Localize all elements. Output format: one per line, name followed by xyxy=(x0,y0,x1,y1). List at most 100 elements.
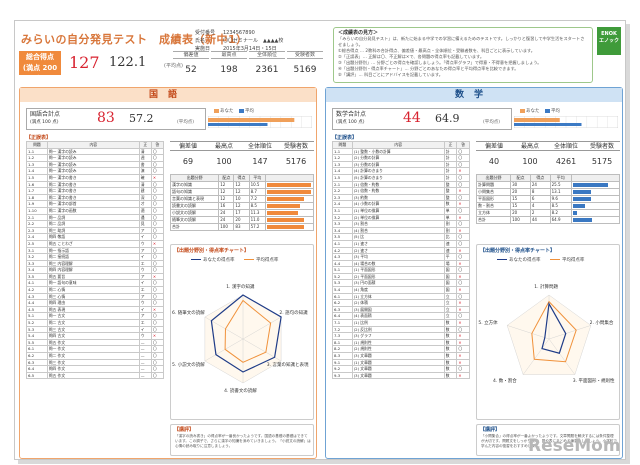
table-cell: 24 xyxy=(218,216,235,224)
table-row: 3-1 (1) 単位の換算単〇 xyxy=(332,206,470,215)
table-cell: 〇 xyxy=(456,345,470,353)
table-cell: 11.3 xyxy=(248,209,267,217)
table-cell: 建 xyxy=(138,187,152,195)
table-cell: 問四 内容理解 xyxy=(46,266,140,274)
table-cell: 問一 漢字の読み xyxy=(46,147,140,156)
table-row: 3-1 問一 指示語ア〇 xyxy=(26,246,165,255)
table-cell: 4-2 xyxy=(332,246,353,255)
table-cell: 問一 漢字の読み xyxy=(46,167,140,175)
info-row: 氏名 〇〇ゼミナール ▲▲▲▲校 xyxy=(195,37,283,45)
info-row: 受付番号 1234567890 xyxy=(195,29,283,37)
table-cell: 10 xyxy=(233,195,250,203)
table-cell: (4) 計算のきまり xyxy=(351,167,445,175)
table-row: 6-5 問五 作文 — 〇 xyxy=(26,371,165,380)
table-cell: 〇 xyxy=(456,365,470,373)
table-cell: 4-1 xyxy=(332,239,353,248)
total-score-label: 総合得点 (満点 200 点) xyxy=(19,51,61,83)
table-row: 1-4 (4) 計算のきまり計 ✕ xyxy=(332,167,470,175)
table-row: 3-5 (5) 比比〇 xyxy=(332,233,470,241)
total-stat: 全体順位 2361 xyxy=(249,51,285,75)
table-row: 4-4 問四 理由ウ〇 xyxy=(26,299,165,307)
total-stat-header: 偏差値 xyxy=(173,51,209,59)
table-cell: 〇 xyxy=(456,312,470,321)
table-cell: 数 xyxy=(443,345,458,353)
radar-axis-label: 5. 立方体 xyxy=(478,320,498,326)
table-cell: 〇 xyxy=(456,279,470,288)
table-cell: 1-5 xyxy=(332,173,353,182)
field-table-heading: 平均 xyxy=(248,174,267,182)
total-score-value: 127 xyxy=(69,53,100,72)
table-cell: 速 xyxy=(443,246,458,255)
table-cell: — xyxy=(138,371,152,380)
table-cell: (2) 分数の計算 xyxy=(351,154,445,162)
table-cell: 8.7 xyxy=(248,188,267,196)
subject-stat: 偏差値 69 xyxy=(170,141,206,166)
table-cell: 2-3 xyxy=(332,193,353,202)
info-value: 〇〇ゼミナール ▲▲▲▲校 xyxy=(223,38,284,44)
table-cell: 6-5 xyxy=(26,371,48,380)
table-cell: 数 xyxy=(443,332,458,340)
table-cell: 見 xyxy=(138,220,152,228)
rate-bar-cell xyxy=(571,181,620,189)
table-row: 4-1 問一 語句の意味イ〇 xyxy=(26,279,165,288)
table-cell: 6-3 xyxy=(26,358,48,367)
table-cell: 1-2 xyxy=(26,154,48,162)
subject-score-average: 57.2 xyxy=(129,112,154,125)
table-row: 2-3 (3) 約数整〇 xyxy=(332,193,470,202)
subject-average-label: (平均点) xyxy=(177,120,195,125)
table-cell: 合計 xyxy=(169,223,220,231)
table-cell: イ xyxy=(138,305,152,314)
table-row: 8-3 (3) 文章題数 ✕ xyxy=(332,352,470,360)
table-cell: 13.1 xyxy=(549,188,573,196)
report-sheet: みらいの自分発見テスト 成績表（新中1） 総合得点 (満点 200 点) 127… xyxy=(14,20,626,460)
table-cell: 〇 xyxy=(150,180,165,189)
table-cell: 6-2 xyxy=(332,299,353,307)
table-cell: (2) 規則性 xyxy=(351,345,445,353)
table-cell: 24 xyxy=(218,209,235,217)
table-row: 2-1 (1) 倍数・約数整〇 xyxy=(332,180,470,189)
table-cell: 2-5 xyxy=(26,239,48,248)
table-cell: 問一 漢字の読み xyxy=(46,160,140,169)
table-cell: (4) 場合の数 xyxy=(351,259,445,268)
rate-bar-cell xyxy=(265,188,314,196)
table-cell: 才 xyxy=(138,200,152,208)
rate-bar-cell xyxy=(571,209,620,217)
field-table-header: 出題分野 配点 得点 平均 xyxy=(475,174,620,182)
japanese-panel: 国語 国語合計点 (満点 100 点) 83 57.2 (平均点) あなた 平均 … xyxy=(19,87,317,459)
total-stat-value: 198 xyxy=(220,65,238,75)
table-cell: 1-8 xyxy=(26,193,48,202)
table-cell: 遇 xyxy=(138,213,152,222)
field-radar-box: 【出題分野別・得点率チャート】 あなたの得点率 平均得点率 1. 計算問題 2. … xyxy=(476,244,620,420)
table-cell: (3) 円の面積 xyxy=(351,279,445,288)
score-bar-average xyxy=(514,123,582,126)
table-cell: (1) 倍数・約数 xyxy=(351,180,445,189)
table-row: 6-2 (2) 体積立 ✕ xyxy=(332,299,470,307)
table-cell: 数 xyxy=(443,365,458,373)
table-cell: 問五 ことわざ xyxy=(46,239,140,248)
subject-score-value: 44 xyxy=(403,110,421,126)
table-cell: 6-3 xyxy=(332,305,353,314)
rate-bar-cell xyxy=(571,202,620,210)
table-cell: 3-2 xyxy=(26,253,48,261)
table-row: 1-5 (5) 計算のきまり計〇 xyxy=(332,173,470,182)
table-cell: 100 xyxy=(218,223,235,231)
table-cell: 数 xyxy=(443,319,458,327)
table-row: 1-9 問一 漢字の部首才〇 xyxy=(26,200,165,208)
how-to-read-line: 「みらいの自分発見テスト」は、新たに始まる中学での学習に備えるためのテストです。… xyxy=(338,36,585,47)
table-row: 4-2 (2) 速さ速 ✕ xyxy=(332,246,470,255)
table-row: 3-5 問五 要旨ア ✕ xyxy=(26,272,165,281)
table-cell: 83 xyxy=(233,223,250,231)
table-cell: 3-1 xyxy=(332,206,353,215)
table-cell: 12 xyxy=(233,202,250,210)
table-cell: 〇 xyxy=(150,226,165,235)
table-cell: イ xyxy=(138,253,152,261)
table-cell: 1-4 xyxy=(26,167,48,175)
table-cell: 〇 xyxy=(150,299,165,307)
table-cell: 〇 xyxy=(150,286,165,294)
field-table-heading: 配点 xyxy=(218,174,235,182)
table-cell: ✕ xyxy=(456,272,470,281)
rate-bar xyxy=(573,190,591,194)
table-cell: 数 xyxy=(443,371,458,380)
table-cell: 読書文の読解 xyxy=(169,202,220,210)
subject-score-box: 数学合計点 (満点 100 点) 44 64.9 (平均点) xyxy=(332,108,512,130)
